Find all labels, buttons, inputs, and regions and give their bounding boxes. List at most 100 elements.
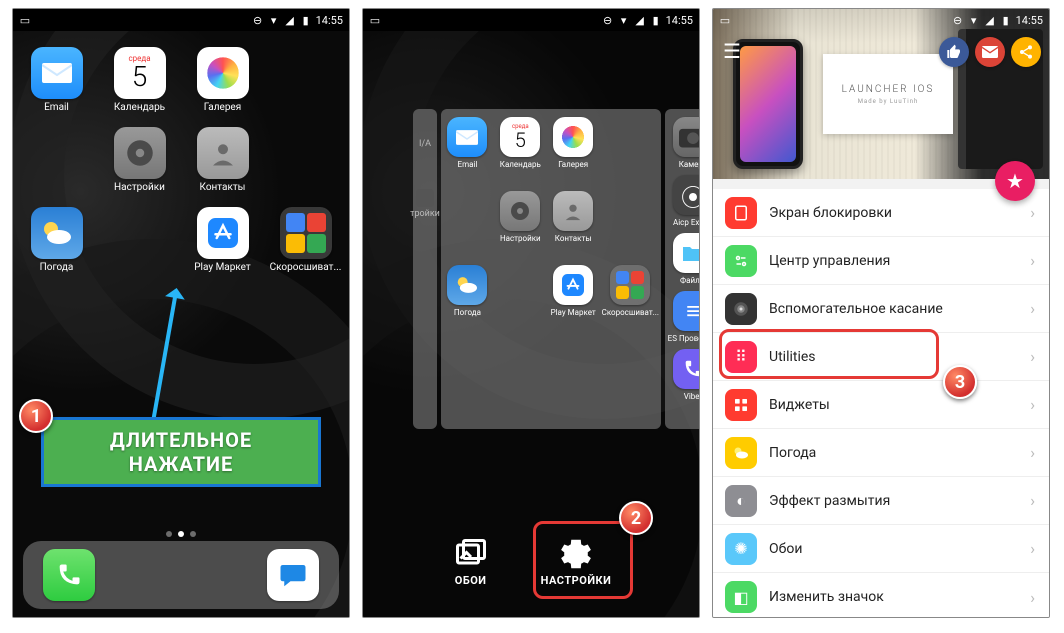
header-card: LAUNCHER IOS Made by LuuTinh xyxy=(823,54,953,134)
mail-icon xyxy=(31,47,83,99)
chevron-right-icon: › xyxy=(1030,251,1035,270)
app-email[interactable]: Email xyxy=(15,47,98,113)
mail-button[interactable] xyxy=(975,37,1005,67)
header-phone-mock xyxy=(733,39,803,169)
row-utilities[interactable]: ⠿ Utilities › xyxy=(713,333,1049,381)
wallpaper-icon: ✺ xyxy=(725,533,757,565)
app-label: Play Маркет xyxy=(194,262,251,273)
row-wallpaper[interactable]: ✺ Обои › xyxy=(713,525,1049,573)
chevron-right-icon: › xyxy=(1030,491,1035,510)
screenshot-indicator-icon: ▭ xyxy=(719,14,731,26)
dnd-icon: ⊖ xyxy=(252,14,264,26)
viber-icon xyxy=(673,349,700,389)
app-contacts[interactable]: Контакты xyxy=(549,191,598,261)
app-weather[interactable]: Погода xyxy=(15,207,98,273)
home-app-grid: Email среда 5 Календарь Галерея Настройк… xyxy=(13,39,349,273)
step-badge-3: 3 xyxy=(943,365,977,399)
app-gallery[interactable]: Галерея xyxy=(181,47,264,113)
row-widgets[interactable]: Виджеты › xyxy=(713,381,1049,429)
phone-icon xyxy=(43,549,95,601)
row-blur[interactable]: ◐ Эффект размытия › xyxy=(713,477,1049,525)
annotation-label: ДЛИТЕЛЬНОЕ НАЖАТИЕ xyxy=(41,417,321,487)
app-aicp[interactable]: ⦿Aicp Extras xyxy=(673,175,700,227)
screenshot-3: LAUNCHER IOS Made by LuuTinh ▭ ⊖ ▾ ◢ ▮ 1… xyxy=(712,8,1050,618)
appstore-icon xyxy=(553,265,593,305)
app-calendar[interactable]: среда 5 Календарь xyxy=(98,47,181,113)
wallpaper-button[interactable]: ОБОИ xyxy=(451,534,491,587)
favorite-fab[interactable]: ★ xyxy=(995,161,1035,201)
app-gallery[interactable]: Галерея xyxy=(549,117,598,187)
gear-icon xyxy=(556,534,596,574)
app-files[interactable]: Файлы xyxy=(673,233,700,285)
calendar-icon: среда 5 xyxy=(114,47,166,99)
es-icon: ≡ xyxy=(673,291,700,331)
screenshot-indicator-icon: ▭ xyxy=(369,14,381,26)
app-weather[interactable]: Погода xyxy=(443,265,492,335)
page-indicator xyxy=(13,531,349,537)
weather-icon xyxy=(725,437,757,469)
signal-icon: ◢ xyxy=(984,14,996,26)
step-badge-1: 1 xyxy=(19,399,53,433)
edit-mode-pages: I/A тройки Email среда5Календарь Галерея… xyxy=(413,109,700,429)
current-page[interactable]: Email среда5Календарь Галерея Настройки … xyxy=(441,109,661,429)
chevron-right-icon: › xyxy=(1030,395,1035,414)
settings-button[interactable]: НАСТРОЙКИ xyxy=(541,534,612,587)
menu-button[interactable]: ☰ xyxy=(723,39,741,63)
assistive-touch-icon xyxy=(725,293,757,325)
app-label: Email xyxy=(44,102,69,113)
peek-item: I/A xyxy=(419,139,431,149)
row-weather[interactable]: Погода › xyxy=(713,429,1049,477)
chevron-right-icon: › xyxy=(1030,443,1035,462)
signal-icon: ◢ xyxy=(284,14,296,26)
screenshot-1: ▭ ⊖ ▾ ◢ ▮ 14:55 Email среда 5 Календарь … xyxy=(12,8,350,618)
app-contacts[interactable]: Контакты xyxy=(181,127,264,193)
app-folder[interactable]: Скоросшиват... xyxy=(602,265,659,335)
app-folder[interactable]: Скоросшиват... xyxy=(264,207,347,273)
app-play-market[interactable]: Play Маркет xyxy=(181,207,264,273)
dock-phone[interactable] xyxy=(43,549,95,601)
aicp-icon: ⦿ xyxy=(673,175,700,215)
gear-icon xyxy=(500,191,540,231)
prev-page-peek[interactable]: I/A тройки xyxy=(413,109,437,429)
wifi-icon: ▾ xyxy=(618,14,630,26)
row-change-icon[interactable]: ◧ Изменить значок › xyxy=(713,573,1049,617)
next-page-peek[interactable]: Камера ⦿Aicp Extras Файлы ≡ES Проводн...… xyxy=(665,109,700,429)
blur-icon: ◐ xyxy=(725,485,757,517)
app-label: Календарь xyxy=(114,102,165,113)
app-es[interactable]: ≡ES Проводн... xyxy=(668,291,700,343)
gear-icon xyxy=(114,127,166,179)
status-bar: ▭ ⊖ ▾ ◢ ▮ 14:55 xyxy=(713,9,1049,31)
signal-icon: ◢ xyxy=(634,14,646,26)
weather-icon xyxy=(31,207,83,259)
battery-icon: ▮ xyxy=(1000,14,1012,26)
battery-icon: ▮ xyxy=(650,14,662,26)
app-play-market[interactable]: Play Маркет xyxy=(549,265,598,335)
app-label: Скоросшиват... xyxy=(270,262,342,273)
like-button[interactable] xyxy=(939,37,969,67)
clock: 14:55 xyxy=(666,14,693,27)
app-viber[interactable]: Viber xyxy=(673,349,700,401)
app-settings[interactable]: Настройки xyxy=(496,191,545,261)
dock-messages[interactable] xyxy=(267,549,319,601)
dnd-icon: ⊖ xyxy=(952,14,964,26)
camera-icon xyxy=(673,117,700,157)
app-calendar[interactable]: среда5Календарь xyxy=(496,117,545,187)
dnd-icon: ⊖ xyxy=(602,14,614,26)
app-email[interactable]: Email xyxy=(443,117,492,187)
control-center-icon xyxy=(725,245,757,277)
share-button[interactable] xyxy=(1011,37,1041,67)
clock: 14:55 xyxy=(316,14,343,27)
chevron-right-icon: › xyxy=(1030,203,1035,222)
row-lockscreen[interactable]: Экран блокировки › xyxy=(713,189,1049,237)
row-assistive-touch[interactable]: Вспомогательное касание › xyxy=(713,285,1049,333)
mail-icon xyxy=(447,117,487,157)
lockscreen-icon xyxy=(725,197,757,229)
settings-header: LAUNCHER IOS Made by LuuTinh xyxy=(713,9,1049,179)
files-icon xyxy=(673,233,700,273)
row-control-center[interactable]: Центр управления › xyxy=(713,237,1049,285)
folder-icon xyxy=(280,207,332,259)
step-badge-2: 2 xyxy=(619,501,653,535)
app-camera[interactable]: Камера xyxy=(673,117,700,169)
app-settings[interactable]: Настройки xyxy=(98,127,181,193)
battery-icon: ▮ xyxy=(300,14,312,26)
